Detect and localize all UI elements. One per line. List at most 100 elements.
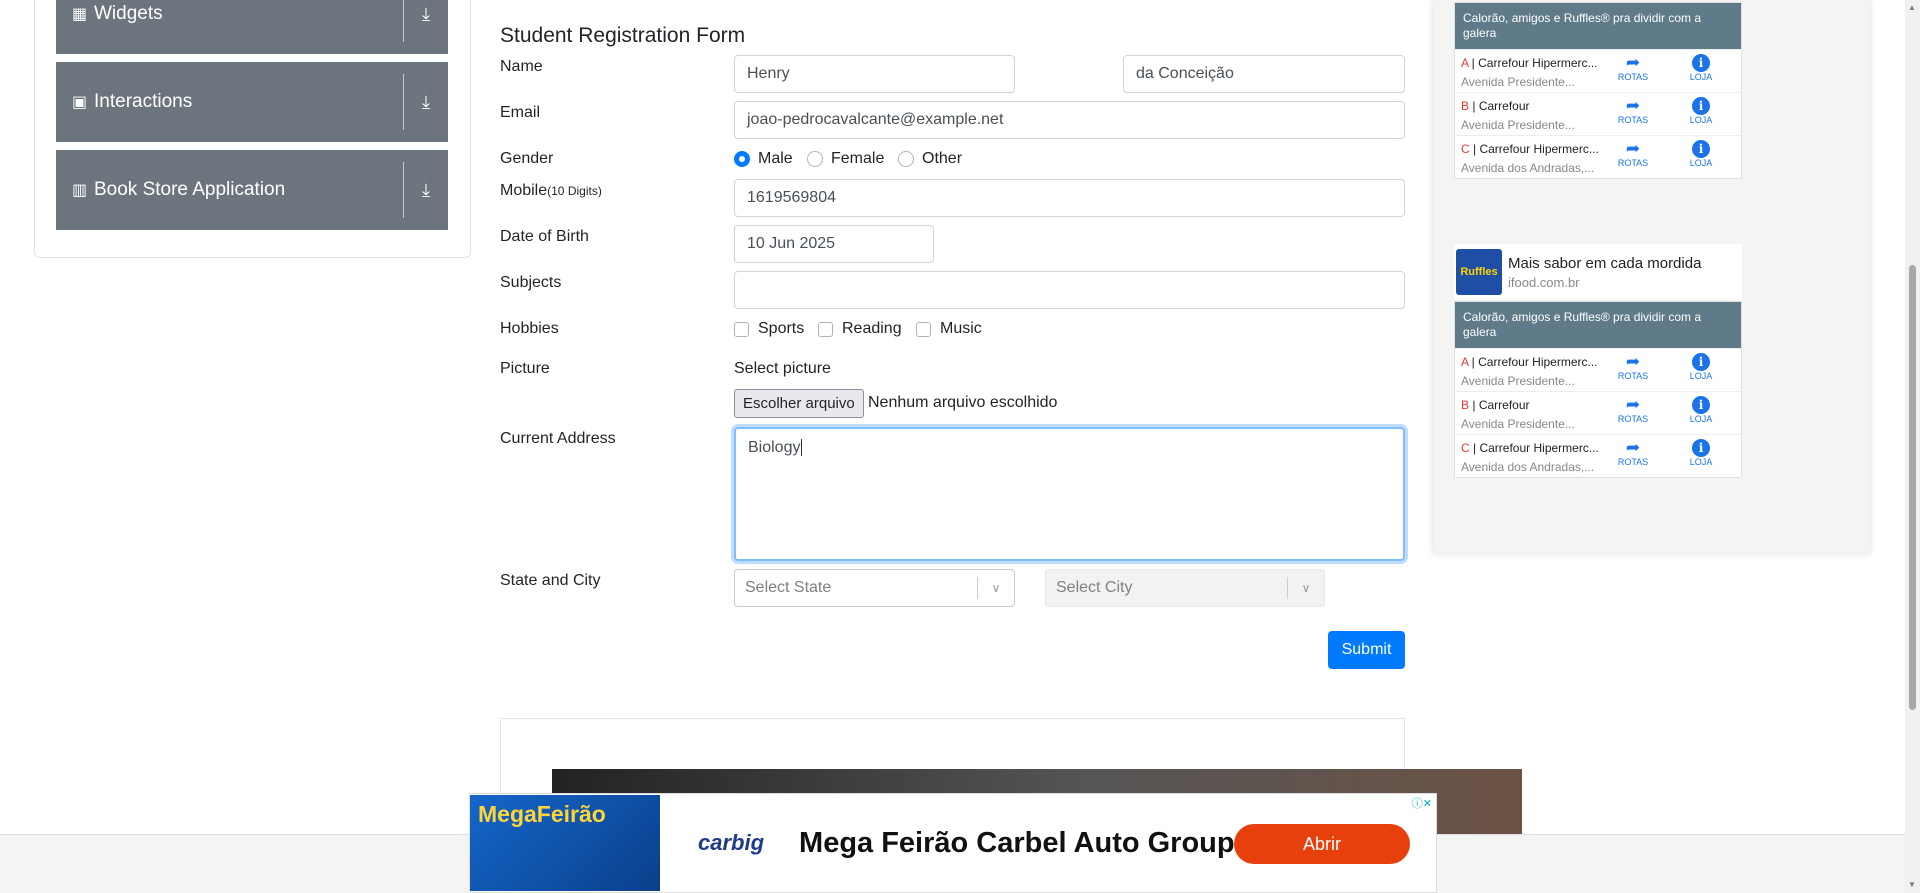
choose-file-button[interactable]: Escolher arquivo xyxy=(734,389,864,418)
email-input[interactable]: joao-pedrocavalcante@example.net xyxy=(734,101,1405,139)
directions-icon: ➦ xyxy=(1625,96,1641,115)
store-label: LOJA xyxy=(1689,158,1713,168)
ad-header: Calorão, amigos e Ruffles® pra dividir c… xyxy=(1455,302,1741,348)
radio-button[interactable] xyxy=(734,151,750,167)
mega-word-2: Feirão xyxy=(536,801,606,827)
store-name: C | Carrefour Hipermerc... xyxy=(1461,441,1599,455)
store-name-text: Carrefour Hipermerc... xyxy=(1478,56,1598,70)
megafeirao-image: MegaFeirão xyxy=(470,795,660,891)
ad-title: Mais sabor em cada mordida xyxy=(1508,254,1702,272)
download-icon[interactable]: ⤓ xyxy=(404,4,448,25)
gender-radio-female[interactable]: Female xyxy=(807,150,884,168)
hobby-checkbox-sports[interactable]: Sports xyxy=(734,320,804,338)
store-label: LOJA xyxy=(1689,457,1713,467)
store-name-text: Carrefour Hipermerc... xyxy=(1479,441,1599,455)
mobile-label-text: Mobile xyxy=(500,182,548,199)
store-row[interactable]: B | Carrefour Avenida Presidente... ➦ ROTA… xyxy=(1455,391,1741,434)
store-info-button[interactable]: i LOJA xyxy=(1667,435,1735,477)
submit-button[interactable]: Submit xyxy=(1328,631,1405,669)
scrollbar-thumb[interactable] xyxy=(1909,265,1916,710)
checkbox[interactable] xyxy=(818,321,833,337)
gender-radio-male[interactable]: Male xyxy=(734,150,793,168)
scroll-down-icon[interactable]: ▼ xyxy=(1908,880,1916,889)
store-info-button[interactable]: i LOJA xyxy=(1667,136,1735,178)
directions-button[interactable]: ➦ ROTAS xyxy=(1599,392,1667,434)
nav-group-label: Book Store Application xyxy=(94,179,286,200)
download-icon[interactable]: ⤓ xyxy=(404,180,448,201)
checkbox[interactable] xyxy=(734,321,749,337)
address-text: Biology xyxy=(748,439,801,456)
chevron-down-icon[interactable]: ∨ xyxy=(978,581,1014,595)
nav-group-interactions[interactable]: ▣ Interactions ⤓ xyxy=(56,62,448,142)
mobile-input[interactable]: 1619569804 xyxy=(734,179,1405,217)
hobby-checkbox-reading[interactable]: Reading xyxy=(818,320,902,338)
store-address: Avenida Presidente... xyxy=(1461,417,1575,431)
info-icon: i xyxy=(1692,396,1710,414)
close-icon[interactable]: ⓘ✕ xyxy=(1412,795,1432,811)
mega-word-1: Mega xyxy=(478,801,537,827)
store-address: Avenida Presidente... xyxy=(1461,374,1575,388)
directions-button[interactable]: ➦ ROTAS xyxy=(1599,136,1667,178)
current-address-label: Current Address xyxy=(500,430,616,447)
checkbox[interactable] xyxy=(916,321,931,337)
subjects-input[interactable] xyxy=(734,271,1405,309)
directions-button[interactable]: ➦ ROTAS xyxy=(1599,93,1667,135)
store-letter: C xyxy=(1461,142,1470,156)
ad-domain: ifood.com.br xyxy=(1508,274,1580,290)
gender-radio-other[interactable]: Other xyxy=(898,150,962,168)
state-select[interactable]: Select State ∨ xyxy=(734,569,1015,607)
store-row[interactable]: A | Carrefour Hipermerc... Avenida Presid… xyxy=(1455,348,1741,391)
scroll-up-icon[interactable]: ▲ xyxy=(1908,3,1916,12)
radio-label: Female xyxy=(831,150,885,167)
file-status-text: Nenhum arquivo escolhido xyxy=(868,394,1058,411)
store-name: B | Carrefour xyxy=(1461,398,1530,412)
store-info-button[interactable]: i LOJA xyxy=(1667,50,1735,92)
last-name-input[interactable]: da Conceição xyxy=(1123,55,1405,93)
store-row[interactable]: A | Carrefour Hipermerc... Avenida Presid… xyxy=(1455,49,1741,92)
directions-label: ROTAS xyxy=(1617,115,1649,125)
radio-button[interactable] xyxy=(898,151,914,167)
city-select[interactable]: Select City ∨ xyxy=(1045,569,1325,607)
hobby-checkbox-music[interactable]: Music xyxy=(916,320,982,338)
vertical-scrollbar[interactable]: ▲ ▼ xyxy=(1905,0,1920,893)
store-name: B | Carrefour xyxy=(1461,99,1530,113)
checkbox-label: Reading xyxy=(842,320,902,337)
current-address-textarea[interactable]: Biology xyxy=(734,427,1405,561)
city-placeholder: Select City xyxy=(1056,579,1133,596)
store-row[interactable]: C | Carrefour Hipermerc... Avenida dos An… xyxy=(1455,135,1741,178)
banner-title: Mega Feirão Carbel Auto Group xyxy=(799,826,1235,859)
store-info-button[interactable]: i LOJA xyxy=(1667,93,1735,135)
first-name-input[interactable]: Henry xyxy=(734,55,1015,93)
directions-button[interactable]: ➦ ROTAS xyxy=(1599,435,1667,477)
download-icon[interactable]: ⤓ xyxy=(404,92,448,113)
info-icon: i xyxy=(1692,97,1710,115)
chevron-down-icon[interactable]: ∨ xyxy=(1288,581,1324,595)
nav-group-widgets[interactable]: ▦ Widgets ⤓ xyxy=(56,0,448,54)
store-name: C | Carrefour Hipermerc... xyxy=(1461,142,1599,156)
nav-group-book-store[interactable]: ▥ Book Store Application ⤓ xyxy=(56,150,448,230)
store-address: Avenida Presidente... xyxy=(1461,75,1575,89)
store-info-button[interactable]: i LOJA xyxy=(1667,392,1735,434)
hobbies-label: Hobbies xyxy=(500,320,559,337)
nav-group-label: Interactions xyxy=(94,91,193,112)
store-row[interactable]: B | Carrefour Avenida Presidente... ➦ ROTA… xyxy=(1455,92,1741,135)
store-row[interactable]: C | Carrefour Hipermerc... Avenida dos An… xyxy=(1455,434,1741,477)
store-letter: B xyxy=(1461,398,1470,412)
date-of-birth-input[interactable]: 10 Jun 2025 xyxy=(734,225,934,263)
store-locator-ad-1[interactable]: Calorão, amigos e Ruffles® pra dividir c… xyxy=(1454,2,1742,179)
ad-header: Calorão, amigos e Ruffles® pra dividir c… xyxy=(1455,3,1741,49)
directions-label: ROTAS xyxy=(1617,457,1649,467)
directions-button[interactable]: ➦ ROTAS xyxy=(1599,349,1667,391)
store-info-button[interactable]: i LOJA xyxy=(1667,349,1735,391)
directions-icon: ➦ xyxy=(1625,352,1641,371)
bottom-banner-ad[interactable]: MegaFeirão carbig Mega Feirão Carbel Aut… xyxy=(469,793,1437,893)
gender-label: Gender xyxy=(500,150,554,167)
ifood-ad-header[interactable]: Ruffles Mais sabor em cada mordida ifood.… xyxy=(1454,244,1742,300)
store-label: LOJA xyxy=(1689,371,1713,381)
directions-icon: ➦ xyxy=(1625,139,1641,158)
radio-button[interactable] xyxy=(807,151,823,167)
directions-button[interactable]: ➦ ROTAS xyxy=(1599,50,1667,92)
store-locator-ad-2[interactable]: Calorão, amigos e Ruffles® pra dividir c… xyxy=(1454,301,1742,478)
open-ad-button[interactable]: Abrir xyxy=(1234,824,1410,864)
mobile-label: Mobile(10 Digits) xyxy=(500,182,602,200)
